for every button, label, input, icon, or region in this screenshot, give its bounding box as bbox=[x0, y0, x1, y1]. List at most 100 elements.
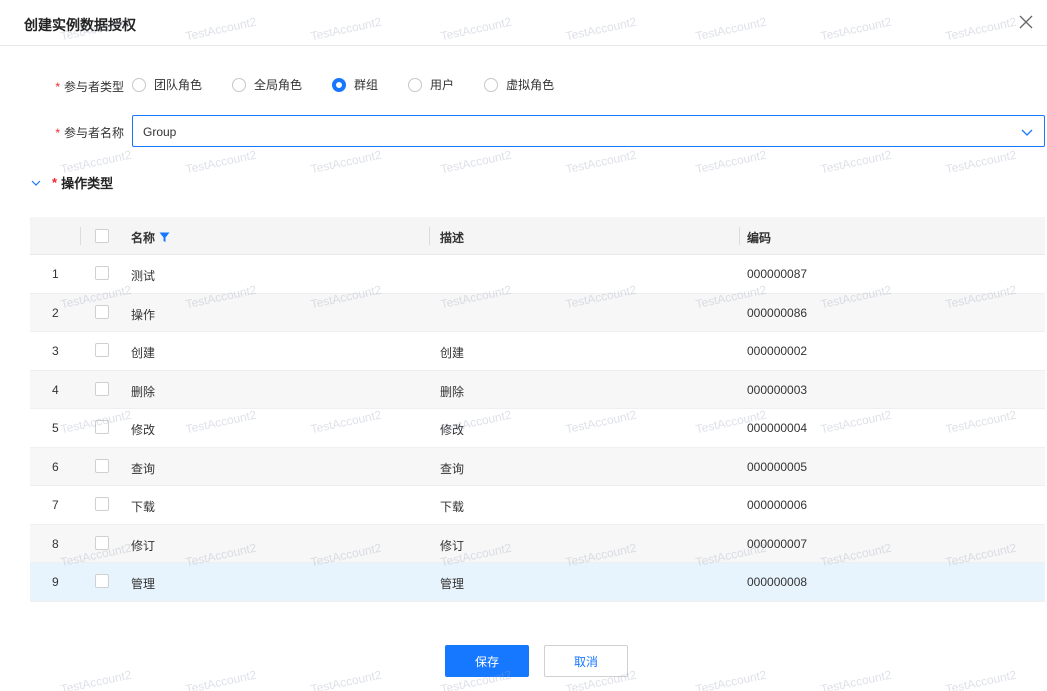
row-index: 9 bbox=[52, 575, 59, 589]
row-checkbox[interactable] bbox=[95, 535, 109, 550]
required-mark: * bbox=[52, 175, 58, 190]
cell-code: 000000007 bbox=[747, 536, 808, 551]
cell-code: 000000002 bbox=[747, 344, 808, 358]
row-checkbox[interactable] bbox=[95, 381, 109, 396]
cell-code: 000000005 bbox=[747, 459, 808, 474]
table-row[interactable]: 6 查询 查询 000000005 bbox=[30, 447, 1045, 486]
cell-code: 000000008 bbox=[747, 575, 808, 589]
table-row[interactable]: 1 测试 000000087 bbox=[30, 255, 1045, 294]
participant-type-radio[interactable]: 虚拟角色 bbox=[484, 76, 554, 93]
column-separator bbox=[739, 227, 740, 245]
cell-name: 修改 bbox=[131, 423, 156, 437]
cancel-button[interactable]: 取消 bbox=[544, 645, 628, 677]
dialog-title: 创建实例数据授权 bbox=[24, 17, 136, 33]
cell-name: 下载 bbox=[131, 500, 156, 514]
table-header: 名称 描述 编码 bbox=[30, 217, 1045, 255]
operation-type-title: 操作类型 bbox=[61, 176, 114, 191]
cell-description: 查询 bbox=[440, 461, 465, 476]
row-index: 5 bbox=[52, 421, 59, 435]
participant-type-row: * 参与者类型 团队角色 全局角色 群组 用户 虚拟角色 bbox=[0, 76, 1047, 94]
cell-description: 修改 bbox=[440, 423, 465, 437]
operation-type-section-title[interactable]: * 操作类型 bbox=[30, 173, 113, 192]
row-checkbox[interactable] bbox=[95, 266, 109, 280]
table-row[interactable]: 2 操作 000000086 bbox=[30, 293, 1045, 332]
row-checkbox[interactable] bbox=[95, 343, 109, 357]
watermark-text: TestAccount2 bbox=[944, 667, 1018, 691]
column-header-name[interactable]: 名称 bbox=[131, 229, 170, 246]
cell-description: 管理 bbox=[440, 577, 465, 591]
required-mark: * bbox=[55, 80, 60, 94]
watermark-text: TestAccount2 bbox=[309, 147, 383, 177]
row-index: 7 bbox=[52, 498, 59, 512]
watermark-text: TestAccount2 bbox=[184, 147, 258, 177]
table-body: 1 测试 000000087 2 操作 000000086 3 创建 创建 000000002 4 删… bbox=[30, 255, 1045, 602]
cell-code: 000000087 bbox=[747, 267, 808, 281]
radio-label: 用户 bbox=[430, 78, 455, 92]
row-checkbox[interactable] bbox=[95, 497, 109, 511]
watermark-text: TestAccount2 bbox=[819, 667, 893, 691]
operation-type-table: 名称 描述 编码 1 测试 000000087 2 操作 000000086 3 创建 创建 00… bbox=[30, 217, 1045, 602]
radio-label: 全局角色 bbox=[254, 78, 303, 92]
participant-name-label: * 参与者名称 bbox=[0, 124, 124, 141]
cell-code: 000000004 bbox=[747, 421, 808, 435]
row-checkbox[interactable] bbox=[95, 304, 109, 319]
cell-name: 删除 bbox=[131, 384, 156, 399]
row-index: 3 bbox=[52, 344, 59, 358]
participant-name-value: Group bbox=[143, 125, 177, 139]
participant-type-radio[interactable]: 全局角色 bbox=[232, 76, 302, 93]
watermark-text: TestAccount2 bbox=[564, 147, 638, 177]
chevron-down-icon bbox=[1021, 129, 1033, 136]
table-row[interactable]: 4 删除 删除 000000003 bbox=[30, 370, 1045, 409]
row-checkbox[interactable] bbox=[95, 458, 109, 473]
watermark-text: TestAccount2 bbox=[59, 667, 133, 691]
table-row[interactable]: 5 修改 修改 000000004 bbox=[30, 409, 1045, 448]
table-row[interactable]: 3 创建 创建 000000002 bbox=[30, 332, 1045, 371]
cell-description: 删除 bbox=[440, 384, 465, 399]
table-row[interactable]: 9 管理 管理 000000008 bbox=[30, 563, 1045, 602]
watermark-text: TestAccount2 bbox=[694, 147, 768, 177]
cell-name: 查询 bbox=[131, 461, 156, 476]
participant-name-select[interactable]: Group bbox=[132, 115, 1045, 147]
watermark-text: TestAccount2 bbox=[439, 147, 513, 177]
column-header-code[interactable]: 编码 bbox=[747, 229, 771, 246]
row-index: 6 bbox=[52, 459, 59, 474]
radio-label: 群组 bbox=[354, 78, 379, 92]
radio-label: 虚拟角色 bbox=[506, 78, 555, 92]
row-checkbox[interactable] bbox=[95, 574, 109, 588]
select-all-checkbox[interactable] bbox=[95, 229, 109, 243]
watermark-text: TestAccount2 bbox=[819, 147, 893, 177]
close-icon[interactable] bbox=[1017, 13, 1035, 31]
participant-name-label-text: 参与者名称 bbox=[63, 126, 124, 140]
cell-code: 000000086 bbox=[747, 305, 808, 320]
cell-code: 000000006 bbox=[747, 498, 808, 512]
column-separator bbox=[429, 227, 430, 245]
participant-type-radio[interactable]: 团队角色 bbox=[132, 76, 202, 93]
table-row[interactable]: 7 下载 下载 000000006 bbox=[30, 486, 1045, 525]
table-row[interactable]: 8 修订 修订 000000007 bbox=[30, 524, 1045, 563]
cell-description: 创建 bbox=[440, 346, 465, 360]
participant-type-radio[interactable]: 群组 bbox=[332, 76, 378, 93]
row-index: 8 bbox=[52, 536, 59, 551]
participant-type-label-text: 参与者类型 bbox=[63, 80, 124, 94]
save-button[interactable]: 保存 bbox=[445, 645, 529, 677]
participant-type-radio[interactable]: 用户 bbox=[408, 76, 454, 93]
radio-circle[interactable] bbox=[332, 77, 347, 92]
radio-circle[interactable] bbox=[232, 77, 247, 92]
cell-description: 修订 bbox=[440, 538, 465, 553]
chevron-down-icon[interactable] bbox=[30, 177, 42, 189]
filter-icon[interactable] bbox=[159, 232, 170, 243]
watermark-text: TestAccount2 bbox=[184, 667, 258, 691]
row-checkbox[interactable] bbox=[95, 420, 109, 434]
row-index: 1 bbox=[52, 267, 59, 281]
cell-name: 创建 bbox=[131, 346, 156, 360]
column-header-description[interactable]: 描述 bbox=[440, 229, 464, 246]
radio-circle[interactable] bbox=[132, 77, 146, 92]
cell-name: 修订 bbox=[131, 538, 156, 553]
cell-name: 操作 bbox=[131, 307, 156, 322]
watermark-text: TestAccount2 bbox=[944, 147, 1018, 177]
radio-circle[interactable] bbox=[484, 77, 499, 92]
cell-description: 下载 bbox=[440, 500, 465, 514]
participant-type-label: * 参与者类型 bbox=[0, 78, 124, 95]
radio-circle[interactable] bbox=[408, 77, 423, 92]
dialog-header: 创建实例数据授权 bbox=[0, 0, 1047, 46]
